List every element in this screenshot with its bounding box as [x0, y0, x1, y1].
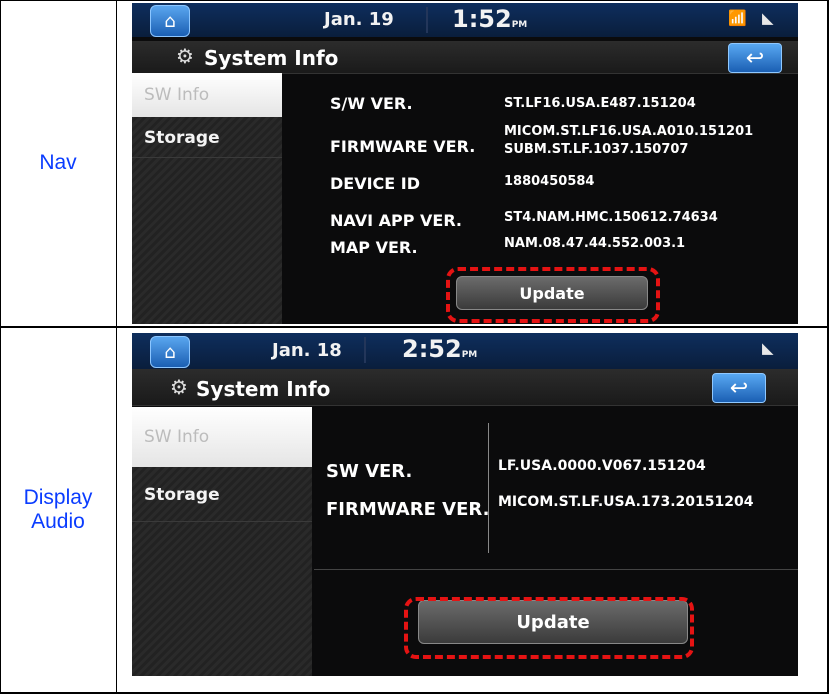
time-value: 1:52: [452, 5, 512, 33]
status-date: Jan. 18: [272, 340, 342, 361]
table-row-nav: Nav ⌂ Jan. 19 1:52PM 📶 ◣ ⚙ System Info ↩…: [0, 0, 829, 326]
home-button[interactable]: ⌂: [150, 336, 190, 368]
page-title: System Info: [196, 377, 331, 401]
gear-icon: ⚙: [176, 44, 194, 68]
sidebar-item-sw-info[interactable]: SW Info: [132, 73, 282, 117]
row-label-text: Nav: [39, 151, 77, 174]
table-row-display-audio: Display Audio ⌂ Jan. 18 2:52PM ◣ ⚙ Syste…: [0, 326, 829, 694]
status-date: Jan. 19: [324, 9, 394, 30]
back-arrow-icon: ↩: [729, 375, 749, 401]
row-label-line: Display: [23, 486, 93, 509]
page-title: System Info: [204, 46, 339, 70]
status-time: 2:52PM: [402, 335, 477, 363]
info-value: ST4.NAM.HMC.150612.74634: [504, 210, 718, 225]
info-label: SW VER.: [326, 461, 413, 482]
info-value: LF.USA.0000.V067.151204: [498, 458, 706, 474]
info-label: NAVI APP VER.: [330, 211, 463, 230]
back-button[interactable]: ↩: [728, 43, 782, 73]
info-value: NAM.08.47.44.552.003.1: [504, 236, 686, 251]
info-label: FIRMWARE VER.: [326, 499, 490, 520]
info-value: 1880450584: [504, 174, 595, 189]
antenna-icon: ◣: [762, 339, 774, 357]
row-label-nav: Nav: [0, 0, 116, 326]
update-highlight: [446, 267, 660, 323]
time-ampm: PM: [461, 350, 478, 360]
back-arrow-icon: ↩: [745, 45, 765, 71]
info-value: MICOM.ST.LF16.USA.A010.151201: [504, 124, 754, 139]
row-label-display-audio: Display Audio: [0, 326, 116, 694]
sidebar: SW Info Storage: [132, 73, 282, 324]
sidebar-separator: [132, 521, 312, 522]
comparison-table: Nav ⌂ Jan. 19 1:52PM 📶 ◣ ⚙ System Info ↩…: [0, 0, 829, 694]
title-bar: ⚙ System Info ↩: [132, 41, 798, 74]
title-bar: ⚙ System Info ↩: [132, 369, 798, 406]
status-divider: [364, 337, 366, 363]
status-bar: ⌂ Jan. 18 2:52PM ◣: [132, 333, 798, 369]
info-label: S/W VER.: [330, 94, 413, 113]
home-icon: ⌂: [164, 341, 176, 363]
antenna-icon: ◣: [762, 9, 774, 27]
info-separator: [314, 569, 798, 570]
time-ampm: PM: [511, 20, 528, 30]
info-value: MICOM.ST.LF.USA.173.20151204: [498, 494, 754, 510]
time-value: 2:52: [402, 335, 462, 363]
status-time: 1:52PM: [452, 5, 527, 33]
info-label: DEVICE ID: [330, 174, 421, 193]
info-label: FIRMWARE VER.: [330, 137, 476, 156]
update-highlight: [404, 597, 694, 659]
info-value: SUBM.ST.LF.1037.150707: [504, 142, 689, 157]
back-button[interactable]: ↩: [712, 373, 766, 403]
gear-icon: ⚙: [170, 375, 188, 399]
sidebar-item-storage[interactable]: Storage: [132, 121, 282, 155]
status-bar: ⌂ Jan. 19 1:52PM 📶 ◣: [132, 3, 798, 37]
info-label: MAP VER.: [330, 238, 418, 257]
sidebar-separator: [132, 157, 282, 158]
info-column-divider: [488, 423, 489, 553]
signal-icon: 📶: [728, 9, 747, 27]
sidebar-item-storage[interactable]: Storage: [132, 471, 312, 519]
home-button[interactable]: ⌂: [150, 5, 190, 37]
status-divider: [426, 7, 428, 33]
row-label-line: Audio: [31, 510, 85, 533]
home-icon: ⌂: [164, 10, 176, 32]
sidebar-item-sw-info[interactable]: SW Info: [132, 407, 312, 467]
sidebar: SW Info Storage: [132, 407, 312, 676]
info-value: ST.LF16.USA.E487.151204: [504, 96, 696, 111]
